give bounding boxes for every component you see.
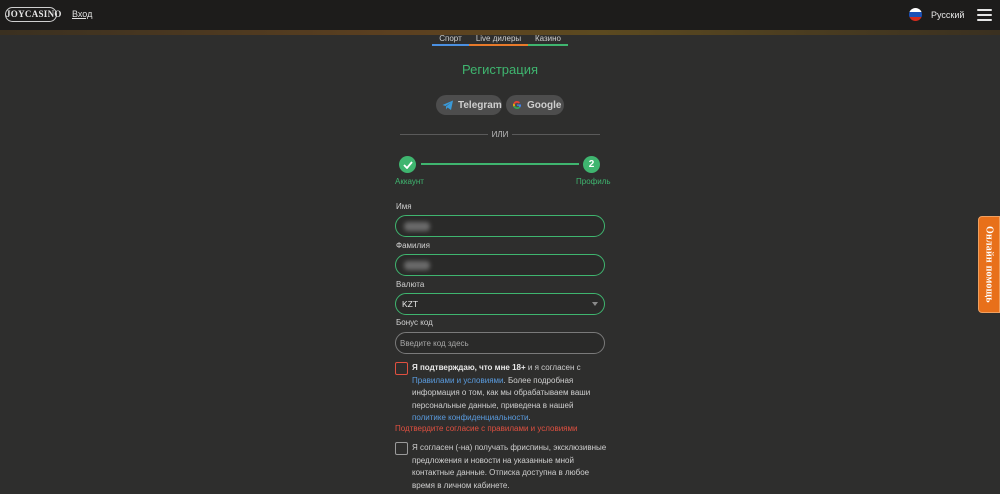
tab-sport[interactable]: Спорт xyxy=(432,34,469,46)
russian-flag-icon[interactable] xyxy=(909,8,922,21)
divider-left xyxy=(400,134,488,135)
terms-text: Я подтверждаю, что мне 18+ и я согласен … xyxy=(412,363,591,422)
terms-error-message: Подтвердите согласие с правилами и услов… xyxy=(395,424,578,433)
tab-live-dealers[interactable]: Live дилеры xyxy=(469,34,528,46)
currency-value: KZT xyxy=(402,299,419,309)
redacted-value xyxy=(404,261,430,270)
redacted-value xyxy=(404,222,430,231)
divider-right xyxy=(512,134,600,135)
telegram-login-button[interactable]: Telegram xyxy=(436,95,502,115)
page-title: Регистрация xyxy=(462,62,538,77)
marketing-text: Я согласен (-на) получать фриспины, экск… xyxy=(412,443,607,490)
login-link[interactable]: Вход xyxy=(72,9,92,19)
tab-sport-underline xyxy=(432,44,469,46)
step-profile-label: Профиль xyxy=(576,177,611,186)
step-account-label: Аккаунт xyxy=(395,177,424,186)
last-name-label: Фамилия xyxy=(396,241,430,250)
tab-live-underline xyxy=(469,44,528,46)
google-login-button[interactable]: Google xyxy=(506,95,564,115)
bonus-code-field xyxy=(395,332,605,354)
step-account-completed xyxy=(399,156,416,173)
dropdown-arrow-icon xyxy=(592,302,598,306)
checkmark-icon xyxy=(402,160,413,169)
tab-casino[interactable]: Казино xyxy=(528,34,568,46)
step-profile-current: 2 xyxy=(583,156,600,173)
top-bar: JOYCASINO Вход Русский xyxy=(0,0,1000,30)
last-name-field[interactable] xyxy=(395,254,605,276)
currency-label: Валюта xyxy=(396,280,425,289)
joycasino-logo[interactable]: JOYCASINO xyxy=(5,7,61,22)
section-tabs: Спорт Live дилеры Казино xyxy=(432,34,568,46)
telegram-icon xyxy=(442,100,453,110)
bonus-code-input[interactable] xyxy=(400,335,595,351)
hamburger-menu-icon[interactable] xyxy=(977,9,992,21)
tab-casino-underline xyxy=(528,44,568,46)
first-name-label: Имя xyxy=(396,202,412,211)
marketing-checkbox[interactable] xyxy=(395,442,408,455)
online-help-tab[interactable]: Онлайн помощь xyxy=(978,216,1000,313)
currency-select[interactable]: KZT xyxy=(395,293,605,315)
language-selector[interactable]: Русский xyxy=(931,10,964,20)
terms-checkbox[interactable] xyxy=(395,362,408,375)
bonus-code-label: Бонус код xyxy=(396,318,433,327)
terms-link[interactable]: Правилами и условиями xyxy=(412,376,504,385)
first-name-field[interactable] xyxy=(395,215,605,237)
step-progress-line xyxy=(421,163,579,165)
privacy-policy-link[interactable]: политике конфиденциальности xyxy=(412,413,529,422)
google-icon xyxy=(513,100,522,110)
